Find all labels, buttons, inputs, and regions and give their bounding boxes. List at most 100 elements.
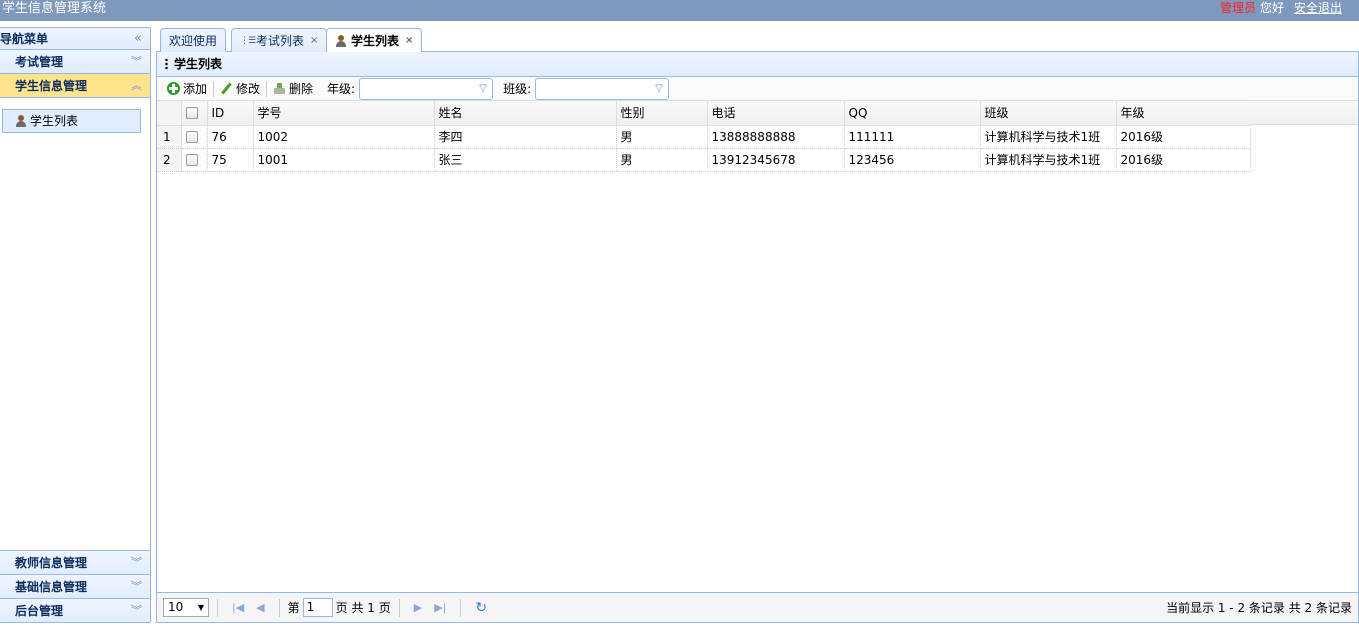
logout-link[interactable]: 安全退出 [1294,1,1342,15]
nav-menu: 导航菜单 « 考试管理 ︾ 学生信息管理 ︽ 学生列表 教师信息管理 ︾ 基础信… [0,27,151,623]
edit-button[interactable]: 修改 [216,78,264,100]
row-checkbox[interactable] [185,154,198,166]
add-button[interactable]: 添加 [163,78,211,100]
caret-down-icon: ▼ [197,603,204,612]
first-page-icon[interactable]: |◀ [232,601,244,614]
refresh-icon[interactable]: ↻ [475,600,487,616]
tab-welcome[interactable]: 欢迎使用 [160,28,227,52]
chevron-down-icon[interactable]: ▽ [474,79,492,99]
panel-header: 学生列表 [157,52,1358,77]
tab-student-list[interactable]: 学生列表 × [326,28,423,53]
edit-button-label: 修改 [236,82,261,96]
column-header-id[interactable]: ID [207,101,254,126]
pager-divider [217,598,218,617]
cell-sn: 1001 [253,148,435,172]
column-header-sn[interactable]: 学号 [253,101,435,126]
add-button-label: 添加 [183,82,208,96]
table-row[interactable]: 2 75 1001 张三 男 13912345678 123456 计算机科学与… [157,148,1251,172]
delete-button[interactable]: 删除 [269,78,317,100]
nav-item-student-list[interactable]: 学生列表 [2,109,141,133]
toolbar-divider [213,80,215,97]
nav-menu-title: 导航菜单 [0,32,49,46]
nav-section-label: 后台管理 [15,604,64,618]
class-filter-select[interactable]: ▽ [535,77,670,100]
rownum-header [157,101,182,126]
chevron-down-icon[interactable]: ▽ [650,79,668,99]
delete-icon [273,82,286,95]
nav-section-exam[interactable]: 考试管理 ︾ [0,50,150,74]
close-icon[interactable]: × [310,30,318,52]
panel-title: 学生列表 [174,56,223,71]
double-chevron-down-icon: ︾ [131,55,142,68]
double-chevron-down-icon: ︾ [131,580,142,593]
tab-label: 学生列表 [351,34,400,48]
delete-button-label: 删除 [289,82,314,96]
column-header-phone[interactable]: 电话 [707,101,845,126]
cell-name: 张三 [434,148,617,172]
toolbar-divider [266,80,268,97]
tab-exam-list[interactable]: 考试列表 × [231,28,328,52]
cell-id: 75 [207,148,254,172]
header-user-area: 管理员 您好 安全退出 [1220,0,1342,17]
nav-section-label: 教师信息管理 [15,556,88,570]
cell-name: 李四 [434,125,617,149]
table-header-row: ID 学号 姓名 性别 电话 QQ 班级 年级 [157,101,1251,126]
double-chevron-up-icon: ︽ [131,79,142,92]
double-chevron-down-icon: ︾ [131,604,142,617]
nav-section-basic[interactable]: 基础信息管理 ︾ [0,574,150,598]
column-header-name[interactable]: 姓名 [434,101,617,126]
pencil-icon [220,82,233,95]
cell-class: 计算机科学与技术1班 [980,148,1117,172]
grade-filter-select[interactable]: ▽ [359,77,494,100]
pagination-info: 当前显示 1 - 2 条记录 共 2 条记录 [1166,601,1352,615]
person-icon [335,35,347,47]
nav-section-student[interactable]: 学生信息管理 ︽ [0,74,150,98]
student-list-panel: 学生列表 添加 修改 删除 年级: ▽ 班级: ▽ ID 学号 姓名 性别 电话… [156,52,1359,623]
cell-sn: 1002 [253,125,435,149]
page-total-text: 页 共 1 页 [335,601,391,615]
tab-label: 考试列表 [256,33,305,48]
nav-item-label: 学生列表 [30,114,79,128]
cell-grade: 2016级 [1116,148,1251,172]
class-filter-label: 班级: [503,82,532,96]
nav-section-teacher[interactable]: 教师信息管理 ︾ [0,550,150,574]
row-select-cell[interactable] [181,125,208,149]
tab-bar: 欢迎使用 考试列表 × 学生列表 × [156,27,1359,53]
page-size-value: 10 [168,600,184,614]
cell-id: 76 [207,125,254,149]
column-header-grade[interactable]: 年级 [1116,101,1251,126]
close-icon[interactable]: × [405,30,413,52]
row-checkbox[interactable] [185,131,198,143]
column-header-sex[interactable]: 性别 [616,101,708,126]
column-header-qq[interactable]: QQ [844,101,981,126]
drag-handle-icon [165,58,168,70]
select-all-checkbox[interactable] [185,107,198,120]
next-page-icon[interactable]: ▶ [414,601,422,614]
student-table: ID 学号 姓名 性别 电话 QQ 班级 年级 1 76 1002 李四 男 1… [157,101,1251,172]
column-header-class[interactable]: 班级 [980,101,1117,126]
nav-section-student-body: 学生列表 [0,98,150,549]
person-icon [15,115,27,127]
cell-sex: 男 [616,125,708,149]
grid-toolbar: 添加 修改 删除 年级: ▽ 班级: ▽ [157,77,1358,101]
prev-page-icon[interactable]: ◀ [256,601,264,614]
row-select-cell[interactable] [181,148,208,172]
page-number-input[interactable]: 1 [302,598,333,617]
double-chevron-left-icon[interactable]: « [134,28,142,50]
last-page-icon[interactable]: ▶| [434,601,446,614]
nav-section-label: 基础信息管理 [15,580,88,594]
nav-section-label: 考试管理 [15,55,64,69]
nav-section-admin[interactable]: 后台管理 ︾ [0,598,150,622]
pager-divider [278,598,280,617]
nav-bottom-sections: 教师信息管理 ︾ 基础信息管理 ︾ 后台管理 ︾ [0,550,150,622]
select-all-cell[interactable] [181,101,208,126]
tab-label: 欢迎使用 [169,33,218,48]
cell-phone: 13888888888 [707,125,845,149]
table-row[interactable]: 1 76 1002 李四 男 13888888888 111111 计算机科学与… [157,125,1251,149]
nav-section-label: 学生信息管理 [15,79,88,93]
pager-divider [398,598,400,617]
admin-name: 管理员 [1219,1,1256,15]
cell-class: 计算机科学与技术1班 [980,125,1117,149]
page-size-select[interactable]: 10 ▼ [163,598,209,617]
add-icon [167,82,180,95]
